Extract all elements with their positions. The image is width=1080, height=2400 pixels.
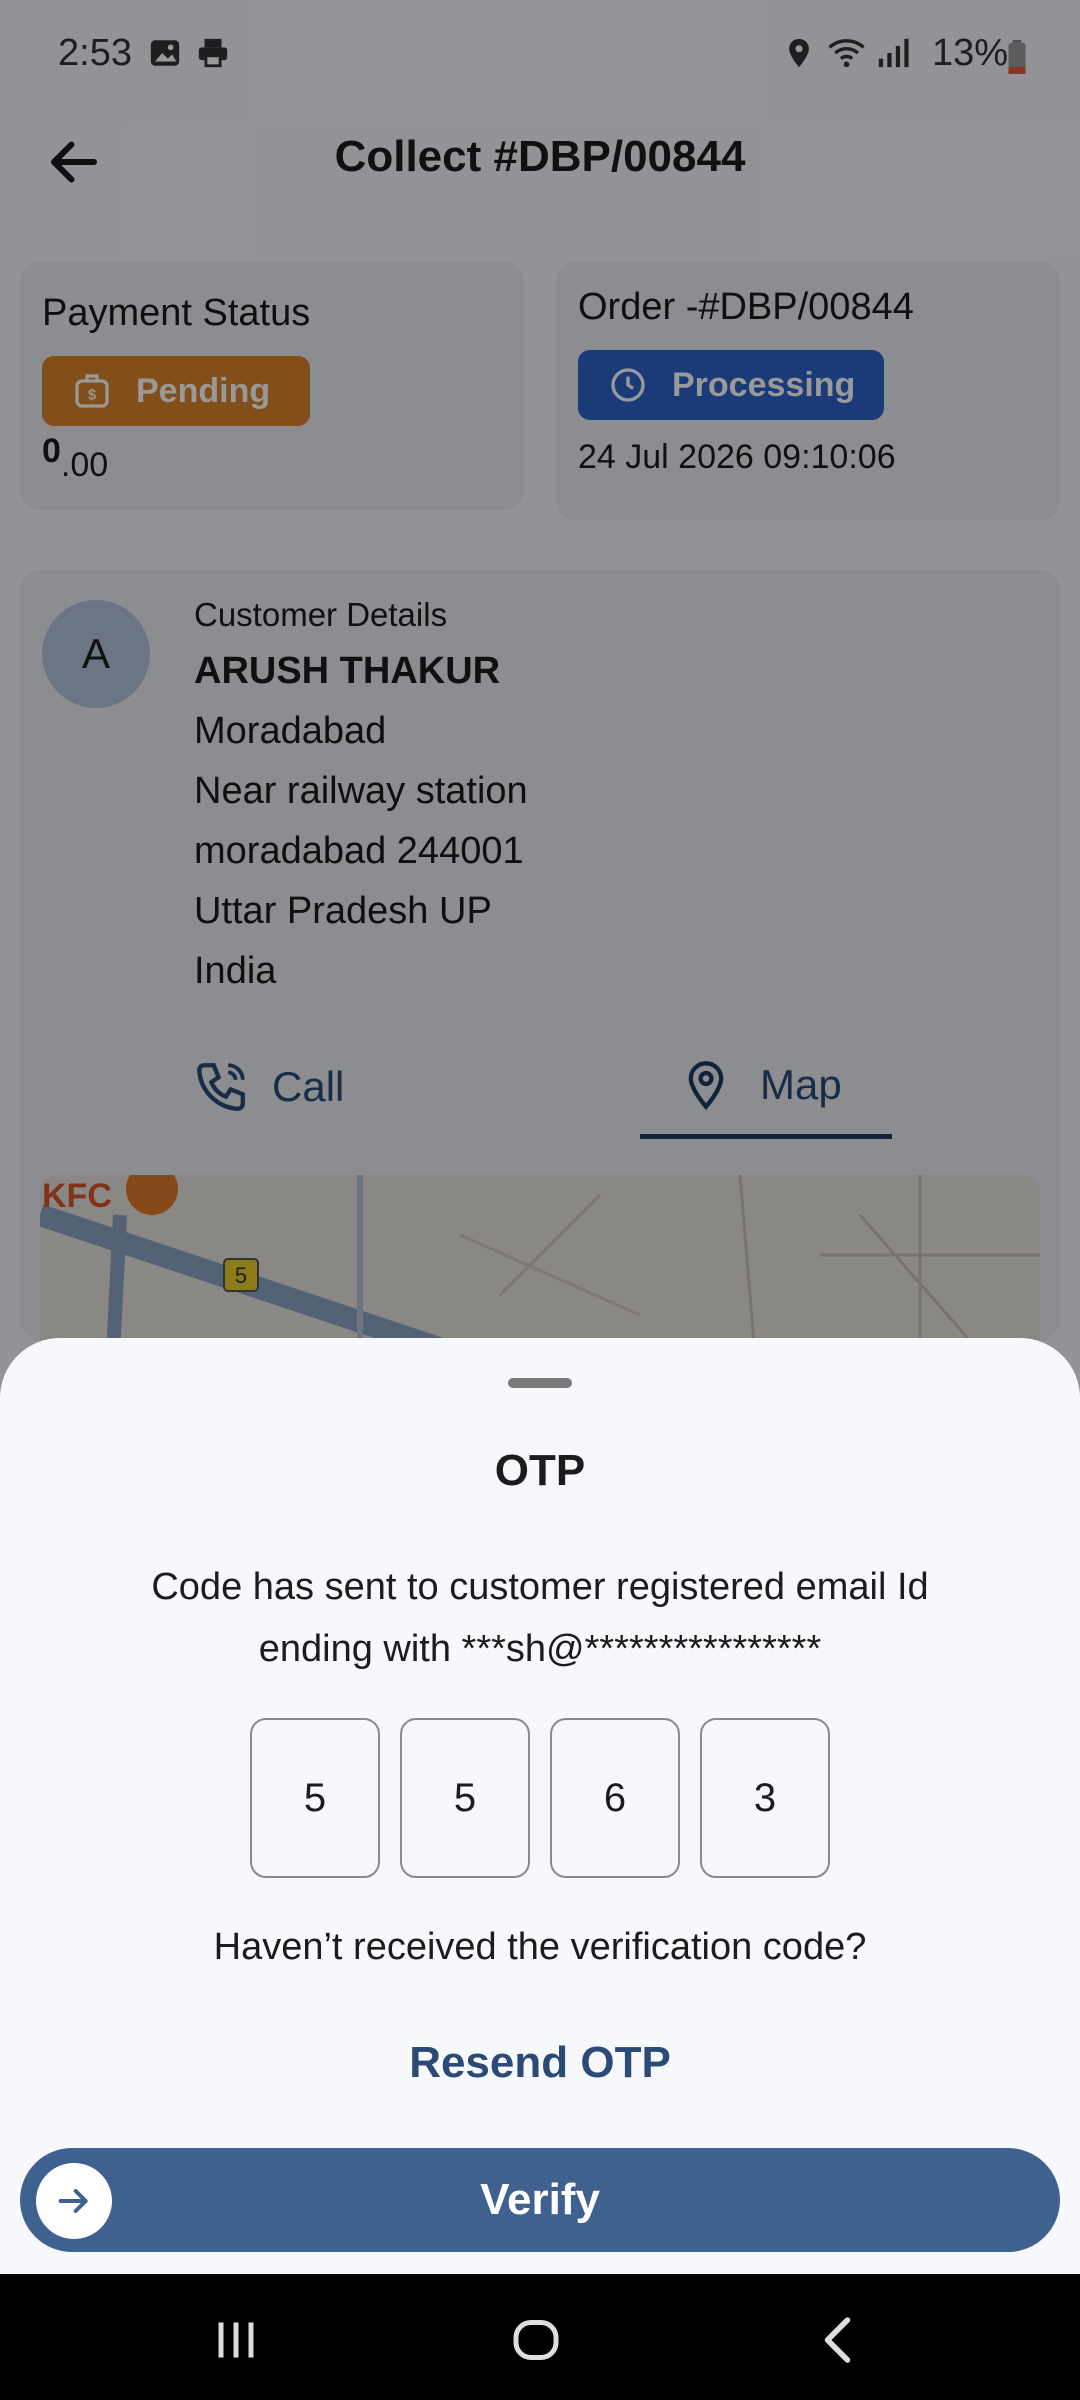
otp-message: Code has sent to customer registered ema… xyxy=(60,1556,1020,1680)
recent-apps-icon[interactable] xyxy=(206,2310,266,2370)
back-nav-icon[interactable] xyxy=(810,2310,870,2370)
resend-otp-link[interactable]: Resend OTP xyxy=(0,2038,1080,2088)
verify-label: Verify xyxy=(480,2175,600,2224)
otp-digit-input[interactable]: 6 xyxy=(550,1718,680,1878)
arrow-right-icon xyxy=(58,2189,88,2213)
otp-digit-input[interactable]: 5 xyxy=(250,1718,380,1878)
system-nav-bar xyxy=(0,2274,1080,2400)
home-icon[interactable] xyxy=(506,2310,566,2370)
verify-slider-handle[interactable] xyxy=(36,2163,112,2239)
verify-button[interactable]: Verify xyxy=(20,2148,1060,2252)
otp-digit-input[interactable]: 3 xyxy=(700,1718,830,1878)
sheet-drag-handle[interactable] xyxy=(508,1378,572,1388)
otp-message-line: ending with ***sh@**************** xyxy=(258,1628,822,1670)
not-received-text: Haven’t received the verification code? xyxy=(213,1926,867,1968)
otp-message-line: Code has sent to customer registered ema… xyxy=(151,1566,929,1608)
otp-title: OTP xyxy=(494,1446,586,1495)
otp-digit-input[interactable]: 5 xyxy=(400,1718,530,1878)
